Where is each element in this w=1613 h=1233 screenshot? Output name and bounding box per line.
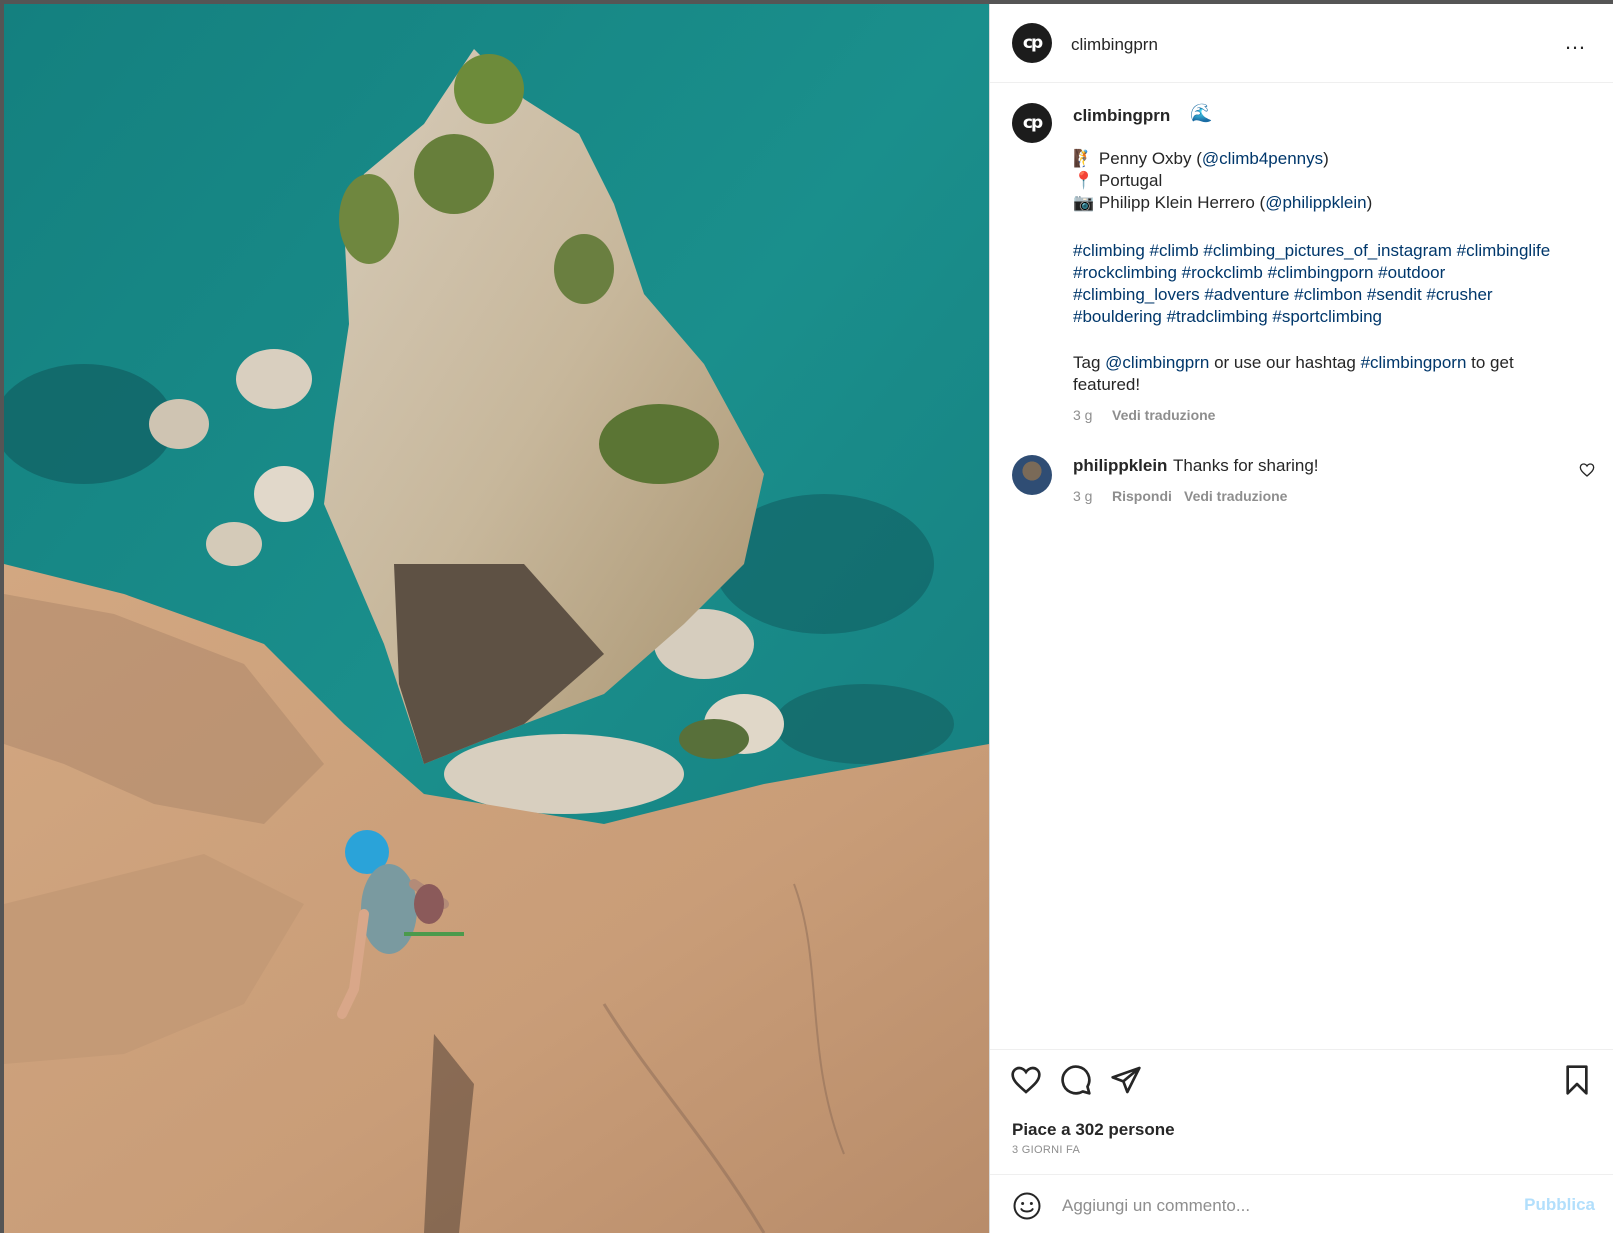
likes-count[interactable]: Piace a 302 persone [1012, 1120, 1175, 1140]
caption-time[interactable]: 3 g [1073, 407, 1092, 423]
post-side-panel: cp climbingprn … cp climbingprn 🌊 🧗 Penn… [989, 4, 1613, 1233]
post-header: cp climbingprn … [990, 4, 1613, 83]
caption-line-climber: 🧗 Penny Oxby (@climb4pennys) [1073, 149, 1329, 168]
comment-text: Thanks for sharing! [1173, 456, 1319, 475]
comment-input[interactable] [1060, 1189, 1494, 1223]
caption-line-photographer: 📷 Philipp Klein Herrero (@philippklein) [1073, 193, 1373, 212]
caption-username[interactable]: climbingprn [1073, 106, 1170, 126]
hashtag-link[interactable]: #climbingporn [1361, 353, 1467, 372]
reply-button[interactable]: Rispondi [1112, 488, 1172, 504]
author-avatar[interactable]: cp [1012, 23, 1052, 63]
camera-icon: 📷 [1073, 193, 1095, 212]
publish-button[interactable]: Pubblica [1524, 1195, 1595, 1215]
post-modal: cp climbingprn … cp climbingprn 🌊 🧗 Penn… [4, 4, 1613, 1233]
wave-icon: 🌊 [1190, 103, 1213, 123]
pin-icon: 📍 [1073, 171, 1095, 190]
tag-instructions: Tag @climbingprn or use our hashtag #cli… [1073, 353, 1514, 372]
post-image[interactable] [4, 4, 989, 1233]
hashtags-line[interactable]: #bouldering #tradclimbing #sportclimbing [1073, 306, 1382, 328]
comment-icon[interactable] [1060, 1064, 1092, 1096]
climber-icon: 🧗 [1073, 149, 1095, 168]
like-icon[interactable] [1010, 1064, 1042, 1096]
hashtags-line[interactable]: #climbing #climb #climbing_pictures_of_i… [1073, 240, 1550, 262]
mention-link[interactable]: @climb4pennys [1202, 149, 1323, 168]
caption-translate-button[interactable]: Vedi traduzione [1112, 407, 1215, 423]
heart-small-icon[interactable] [1579, 462, 1595, 478]
more-icon[interactable]: … [1564, 29, 1587, 55]
caption-avatar[interactable]: cp [1012, 103, 1052, 143]
post-date: 3 GIORNI FA [1012, 1144, 1081, 1156]
mention-link[interactable]: @climbingprn [1105, 353, 1209, 372]
tag-instructions-line2: featured! [1073, 375, 1141, 394]
emoji-icon[interactable] [1012, 1191, 1042, 1221]
caption-line-location: 📍 Portugal [1073, 171, 1163, 190]
commenter-avatar[interactable] [1012, 455, 1052, 495]
comment-translate-button[interactable]: Vedi traduzione [1184, 488, 1287, 504]
author-username[interactable]: climbingprn [1071, 35, 1158, 55]
share-icon[interactable] [1110, 1064, 1142, 1096]
commenter-username[interactable]: philippklein [1073, 456, 1167, 476]
save-icon[interactable] [1561, 1064, 1593, 1096]
action-bar [990, 1049, 1613, 1130]
hashtags-line[interactable]: #rockclimbing #rockclimb #climbingporn #… [1073, 262, 1445, 284]
mention-link[interactable]: @philippklein [1265, 193, 1366, 212]
comment-time[interactable]: 3 g [1073, 488, 1092, 504]
hashtags-line[interactable]: #climbing_lovers #adventure #climbon #se… [1073, 284, 1493, 306]
climbing-photo [4, 4, 989, 1233]
add-comment-bar: Pubblica [990, 1174, 1613, 1233]
